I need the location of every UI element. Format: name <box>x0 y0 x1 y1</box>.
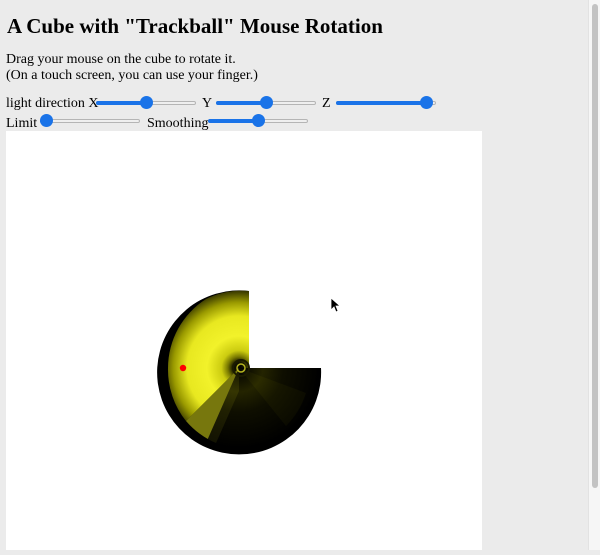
slider-thumb[interactable] <box>140 96 153 109</box>
slider-thumb[interactable] <box>260 96 273 109</box>
slider-track <box>40 119 140 123</box>
instruction-line-2: (On a touch screen, you can use your fin… <box>6 68 258 83</box>
cube-render[interactable] <box>6 131 482 550</box>
light-z-slider[interactable] <box>336 96 436 109</box>
light-z-label: Z <box>322 96 331 111</box>
vertical-scrollbar[interactable] <box>588 0 600 550</box>
red-marker <box>179 364 187 372</box>
limit-slider[interactable] <box>40 114 140 127</box>
slider-thumb[interactable] <box>40 114 53 127</box>
slider-fill <box>208 119 258 123</box>
light-y-label: Y <box>202 96 213 111</box>
light-y-slider[interactable] <box>216 96 316 109</box>
smoothing-label: Smoothing <box>147 116 209 131</box>
light-direction-x-label: light direction X <box>6 96 99 111</box>
scrollbar-thumb[interactable] <box>592 4 598 488</box>
slider-fill <box>216 101 266 105</box>
slider-fill <box>336 101 426 105</box>
page: A Cube with "Trackball" Mouse Rotation D… <box>0 0 588 550</box>
smoothing-slider[interactable] <box>208 114 308 127</box>
slider-fill <box>96 101 146 105</box>
mouse-pointer-icon <box>330 297 342 313</box>
limit-label: Limit <box>6 116 38 131</box>
slider-thumb[interactable] <box>252 114 265 127</box>
slider-thumb[interactable] <box>420 96 433 109</box>
cube-canvas[interactable] <box>6 131 482 550</box>
page-title: A Cube with "Trackball" Mouse Rotation <box>7 14 383 38</box>
instruction-line-1: Drag your mouse on the cube to rotate it… <box>6 52 236 67</box>
light-x-slider[interactable] <box>96 96 196 109</box>
